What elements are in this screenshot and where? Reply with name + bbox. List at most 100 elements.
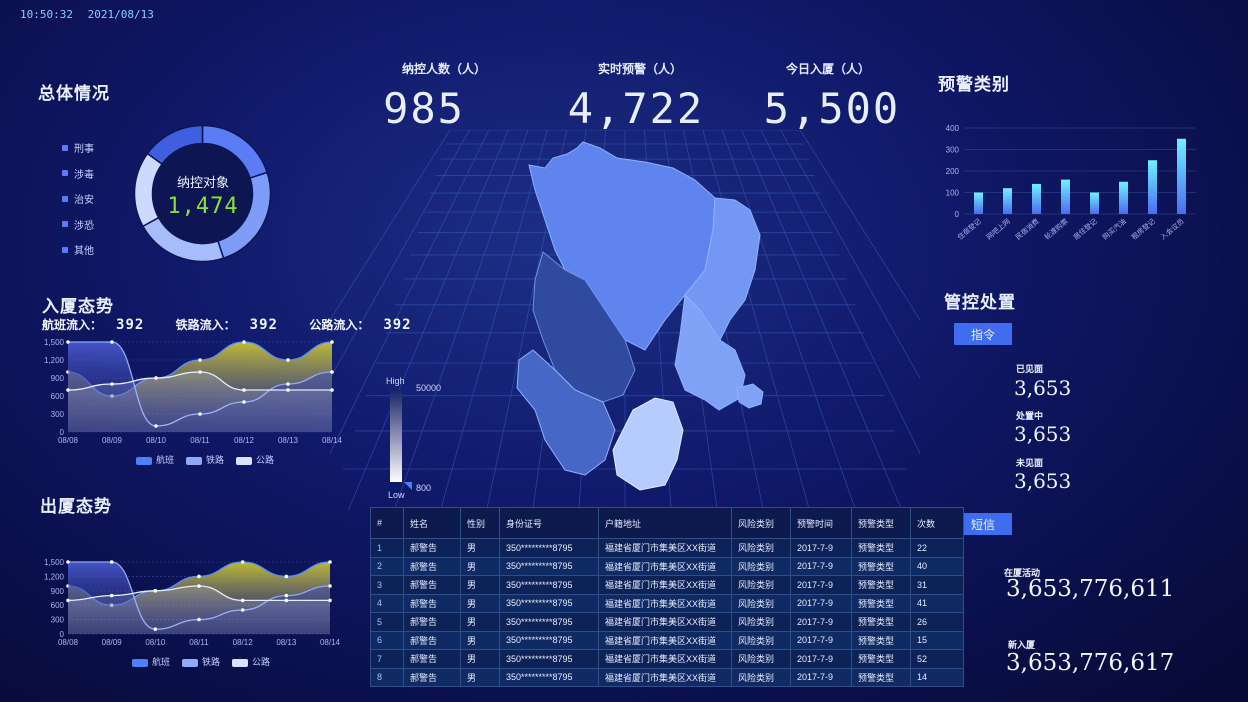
bar[interactable] <box>1090 192 1099 215</box>
table-cell: 郝警告 <box>403 556 461 576</box>
bar[interactable] <box>974 192 983 215</box>
data-point[interactable] <box>198 370 202 374</box>
table-header-cell[interactable]: 性别 <box>460 507 500 539</box>
data-point[interactable] <box>328 560 332 564</box>
bar[interactable] <box>1148 160 1157 214</box>
table-row[interactable]: 8 郝警告男 350*********8795 福建省厦门市集美区XX街道 风险类别 20… <box>370 667 964 687</box>
data-point[interactable] <box>242 388 246 392</box>
data-point[interactable] <box>240 598 245 603</box>
data-point[interactable] <box>328 584 332 588</box>
data-point[interactable] <box>328 598 332 603</box>
x-tick-label: 居住登记 <box>1072 217 1099 242</box>
legend-item[interactable]: 其他 <box>62 237 94 263</box>
inflow-chart: 03006009001,2001,50008/08 08/09 08/10 08/11… <box>44 338 342 445</box>
data-point[interactable] <box>153 589 158 593</box>
table-row[interactable]: 1 郝警告男 350*********8795 福建省厦门市集美区XX街道 风险类别 20… <box>370 538 964 558</box>
table-header-cell[interactable]: 风险类别 <box>731 507 791 539</box>
data-point[interactable] <box>109 593 114 598</box>
table-cell: 福建省厦门市集美区XX街道 <box>598 612 732 632</box>
table-cell: 男 <box>460 649 500 669</box>
data-point[interactable] <box>330 370 334 374</box>
table-header-cell[interactable]: # <box>370 507 404 539</box>
table-header-cell[interactable]: 预警时间 <box>790 507 852 539</box>
data-point[interactable] <box>284 593 289 598</box>
bar[interactable] <box>1177 138 1186 214</box>
legend-item[interactable]: 公路 <box>236 453 274 466</box>
legend-item[interactable]: 刑事 <box>62 135 94 161</box>
x-tick-label: 网吧上网 <box>985 217 1012 242</box>
order-button[interactable]: 指令 <box>954 323 1012 345</box>
data-point[interactable] <box>66 388 70 392</box>
data-point[interactable] <box>66 598 70 603</box>
data-point[interactable] <box>286 358 290 362</box>
y-tick-label: 600 <box>51 601 65 610</box>
xiamen-map[interactable] <box>505 140 775 500</box>
data-point[interactable] <box>284 574 289 579</box>
bar[interactable] <box>1032 183 1041 214</box>
stat-label: 处置中 <box>1016 411 1044 421</box>
data-point[interactable] <box>197 584 201 588</box>
warning-bar-chart: 0 100 200 300 400 住宿登记 网吧上网 民宿消费 轮渡购票 居住登记 购买汽油 租房登… <box>946 124 1196 242</box>
map-legend-gradient[interactable] <box>390 390 402 482</box>
legend-item[interactable]: 涉恐 <box>62 212 94 238</box>
data-point[interactable] <box>284 598 289 603</box>
clock-time: 10:50:32 <box>20 8 73 21</box>
legend-item[interactable]: 涉毒 <box>62 161 94 187</box>
table-header-cell[interactable]: 预警类型 <box>851 507 911 539</box>
bar[interactable] <box>1119 181 1128 214</box>
data-point[interactable] <box>198 358 202 362</box>
table-cell: 风险类别 <box>731 575 791 595</box>
data-point[interactable] <box>154 376 158 380</box>
table-header-cell[interactable]: 户籍地址 <box>598 507 732 539</box>
legend-item[interactable]: 公路 <box>232 655 270 668</box>
data-point[interactable] <box>109 560 114 564</box>
map-legend-min: 800 <box>416 483 432 493</box>
legend-swatch <box>62 144 68 151</box>
table-row[interactable]: 7 郝警告男 350*********8795 福建省厦门市集美区XX街道 风险类别 20… <box>370 649 964 669</box>
map-legend-handle[interactable] <box>404 482 412 490</box>
table-cell: 风险类别 <box>731 538 791 558</box>
map-region-islet[interactable] <box>736 383 764 409</box>
table-row[interactable]: 6 郝警告男 350*********8795 福建省厦门市集美区XX街道 风险类别 20… <box>370 630 964 650</box>
kpi-label: 纳控人数（人） <box>401 62 486 76</box>
data-point[interactable] <box>330 340 334 344</box>
map-region-island[interactable] <box>612 397 684 491</box>
data-point[interactable] <box>286 388 290 392</box>
bar[interactable] <box>1061 179 1070 214</box>
x-tick-label: 08/10 <box>146 436 167 445</box>
data-point[interactable] <box>110 382 114 386</box>
data-point[interactable] <box>240 560 245 564</box>
table-cell: 2017-7-9 <box>790 612 852 632</box>
bar[interactable] <box>1003 188 1012 214</box>
table-cell: 福建省厦门市集美区XX街道 <box>598 667 732 687</box>
legend-item[interactable]: 航班 <box>132 655 170 668</box>
y-tick-label: 1,500 <box>44 558 65 567</box>
inflow-stats: 航班流入： 392 铁路流入： 392 公路流入： 392 <box>42 316 440 333</box>
table-header-cell[interactable]: 姓名 <box>403 507 461 539</box>
legend-item[interactable]: 铁路 <box>186 453 224 466</box>
table-header-cell[interactable]: 次数 <box>910 507 964 539</box>
data-point[interactable] <box>286 382 290 386</box>
legend-item[interactable]: 铁路 <box>182 655 220 668</box>
table-header-cell[interactable]: 身份证号 <box>499 507 599 539</box>
data-point[interactable] <box>66 340 70 344</box>
table-row[interactable]: 4 郝警告男 350*********8795 福建省厦门市集美区XX街道 风险类别 20… <box>370 593 964 613</box>
table-cell: 郝警告 <box>403 630 461 650</box>
data-point[interactable] <box>110 340 114 344</box>
table-row[interactable]: 2 郝警告男 350*********8795 福建省厦门市集美区XX街道 风险类别 20… <box>370 556 964 576</box>
data-point[interactable] <box>330 388 334 392</box>
table-row[interactable]: 3 郝警告男 350*********8795 福建省厦门市集美区XX街道 风险类别 20… <box>370 575 964 595</box>
table-cell: 2017-7-9 <box>790 667 852 687</box>
table-cell: 8 <box>370 667 404 687</box>
data-point[interactable] <box>66 560 70 564</box>
inflow-legend: 航班 铁路 公路 <box>136 453 274 466</box>
x-tick-label: 08/11 <box>189 638 209 647</box>
data-point[interactable] <box>197 574 201 579</box>
legend-item[interactable]: 航班 <box>136 453 174 466</box>
table-cell: 350*********8795 <box>499 556 599 576</box>
y-tick-label: 900 <box>51 587 65 596</box>
data-point[interactable] <box>242 340 246 344</box>
legend-item[interactable]: 治安 <box>62 186 94 212</box>
table-row[interactable]: 5 郝警告男 350*********8795 福建省厦门市集美区XX街道 风险类别 20… <box>370 612 964 632</box>
x-tick-label: 租房登记 <box>1130 217 1157 242</box>
